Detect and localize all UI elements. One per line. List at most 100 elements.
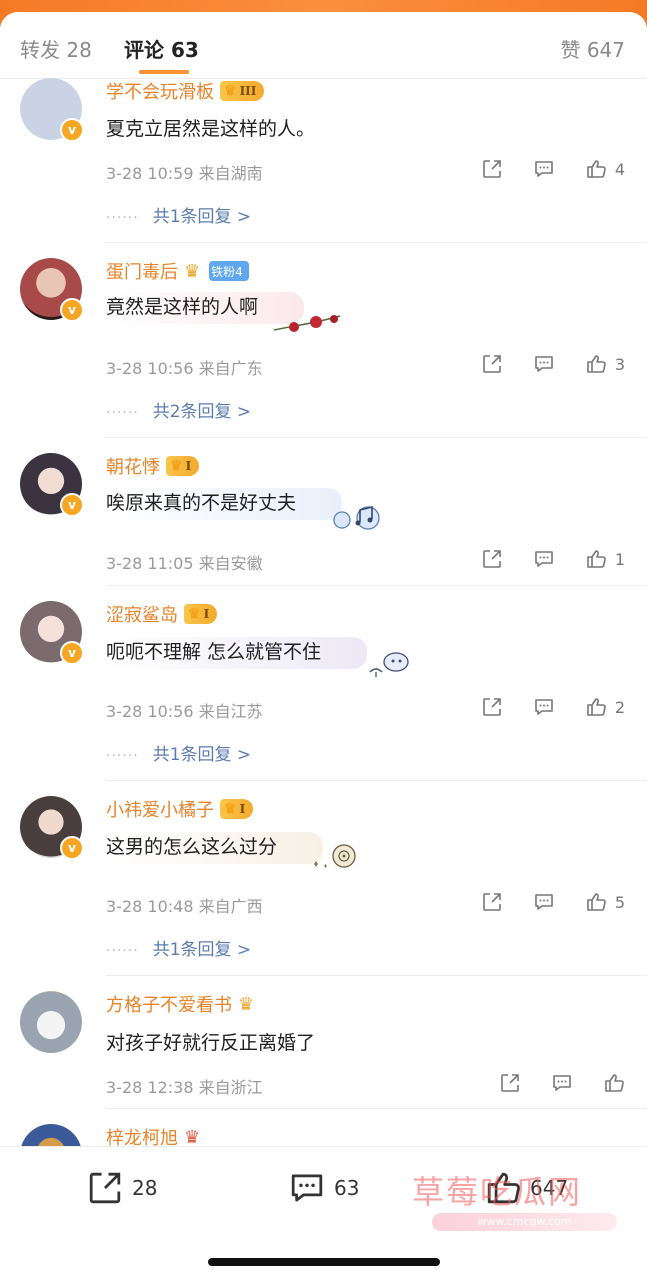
like-button[interactable]: 4 bbox=[585, 158, 625, 180]
share-button[interactable] bbox=[481, 548, 503, 570]
comment-meta: 3-28 10:56 来自广东 bbox=[106, 359, 263, 378]
share-button[interactable] bbox=[481, 353, 503, 375]
comment-header: 涩寂鲨岛 ♛ I bbox=[106, 601, 218, 627]
member-level-badge: ♛ I bbox=[166, 456, 200, 476]
tab-likes[interactable]: 赞 647 bbox=[560, 34, 625, 63]
comment-divider bbox=[106, 780, 647, 781]
tab-reposts[interactable]: 转发 28 bbox=[20, 34, 92, 63]
share-icon bbox=[483, 355, 501, 373]
compass-decoration-icon bbox=[314, 844, 356, 868]
comment-header: 朝花悸 ♛ I bbox=[106, 453, 200, 479]
active-tab-indicator bbox=[139, 70, 189, 74]
comment-actions: 3 bbox=[451, 353, 625, 375]
comment-meta: 3-28 11:05 来自安徽 bbox=[106, 554, 263, 573]
comment-meta: 3-28 10:48 来自广西 bbox=[106, 897, 263, 916]
like-button[interactable] bbox=[603, 1072, 625, 1094]
share-button[interactable] bbox=[481, 158, 503, 180]
username[interactable]: 蛋门毒后 bbox=[106, 258, 178, 284]
crown-icon: ♛ bbox=[184, 260, 201, 282]
site-watermark-url: www.cmcgw.com bbox=[432, 1213, 617, 1231]
comment-tabs: 转发 28 评论 63 赞 647 bbox=[0, 12, 647, 79]
share-button[interactable] bbox=[481, 891, 503, 913]
comment-icon bbox=[535, 551, 553, 567]
comment-bubble: 唉原来真的不是好丈夫 bbox=[106, 488, 343, 520]
comment-icon bbox=[553, 1075, 571, 1091]
crown-icon: ♛ bbox=[184, 1126, 201, 1148]
reply-button[interactable] bbox=[533, 353, 555, 375]
comment-header: 小祎爱小橘子 ♛ I bbox=[106, 796, 254, 822]
comment-text: 对孩子好就行反正离婚了 bbox=[106, 1032, 316, 1054]
avatar[interactable]: v bbox=[20, 258, 84, 322]
view-replies-link[interactable]: ······ 共2条回复 > bbox=[106, 397, 251, 422]
avatar[interactable] bbox=[20, 991, 82, 1053]
avatar[interactable]: v bbox=[20, 453, 84, 517]
cartoon-decoration-icon bbox=[369, 652, 409, 677]
like-count: 2 bbox=[614, 697, 625, 717]
comment-icon bbox=[535, 894, 553, 910]
reply-button[interactable] bbox=[533, 891, 555, 913]
thumbs-up-icon bbox=[587, 160, 606, 178]
avatar-image bbox=[20, 991, 82, 1053]
thumbs-up-icon bbox=[587, 550, 606, 568]
share-icon bbox=[483, 893, 501, 911]
verified-badge-icon: v bbox=[60, 641, 84, 665]
member-level-badge: ♛ I bbox=[220, 799, 254, 819]
crown-icon: ♛ bbox=[170, 458, 183, 474]
crown-icon: ♛ bbox=[238, 993, 255, 1015]
username[interactable]: 涩寂鲨岛 bbox=[106, 601, 178, 627]
share-button[interactable] bbox=[499, 1072, 521, 1094]
avatar[interactable]: v bbox=[20, 78, 84, 142]
reply-button[interactable] bbox=[533, 548, 555, 570]
repost-button[interactable]: 28 bbox=[86, 1169, 157, 1207]
comment-actions: 4 bbox=[451, 158, 625, 180]
comment-header: 蛋门毒后 ♛ 铁粉4 bbox=[106, 258, 249, 284]
crown-icon: ♛ bbox=[188, 606, 201, 622]
like-button[interactable]: 5 bbox=[585, 891, 625, 913]
like-button[interactable]: 3 bbox=[585, 353, 625, 375]
comment-icon bbox=[535, 356, 553, 372]
username[interactable]: 方格子不爱看书 bbox=[106, 991, 232, 1017]
view-replies-link[interactable]: ······ 共1条回复 > bbox=[106, 740, 251, 765]
crown-icon: ♛ bbox=[224, 83, 237, 99]
reply-button[interactable] bbox=[551, 1072, 573, 1094]
username[interactable]: 小祎爱小橘子 bbox=[106, 796, 214, 822]
username[interactable]: 朝花悸 bbox=[106, 453, 160, 479]
comment-meta: 3-28 10:56 来自江苏 bbox=[106, 702, 263, 721]
like-button[interactable]: 2 bbox=[585, 696, 625, 718]
share-button[interactable] bbox=[481, 696, 503, 718]
like-count: 4 bbox=[614, 159, 625, 179]
share-icon bbox=[483, 550, 501, 568]
crown-icon: ♛ bbox=[224, 801, 237, 817]
rose-decoration-icon bbox=[273, 315, 341, 332]
avatar[interactable]: v bbox=[20, 796, 84, 860]
repost-count: 28 bbox=[132, 1176, 158, 1200]
view-replies-link[interactable]: ······ 共1条回复 > bbox=[106, 935, 251, 960]
comment-actions: 5 bbox=[451, 891, 625, 913]
comment-icon bbox=[535, 161, 553, 177]
thumbs-up-icon bbox=[587, 698, 606, 716]
site-watermark: 草莓吃瓜网 bbox=[412, 1173, 583, 1211]
music-note-decoration-icon bbox=[333, 505, 380, 530]
share-icon bbox=[483, 160, 501, 178]
avatar[interactable]: v bbox=[20, 601, 84, 665]
comment-bubble: 呃呃不理解 怎么就管不住 bbox=[106, 637, 368, 669]
username[interactable]: 学不会玩滑板 bbox=[106, 78, 214, 104]
like-count: 1 bbox=[614, 549, 625, 569]
comment-divider bbox=[106, 242, 647, 243]
tab-comments[interactable]: 评论 63 bbox=[124, 34, 199, 63]
like-count: 5 bbox=[614, 892, 625, 912]
like-button[interactable]: 1 bbox=[585, 548, 625, 570]
comment-divider bbox=[106, 1108, 647, 1109]
member-level-badge: ♛ I bbox=[184, 604, 218, 624]
thumbs-up-icon bbox=[587, 893, 606, 911]
share-icon bbox=[483, 698, 501, 716]
comment-meta: 3-28 10:59 来自湖南 bbox=[106, 164, 263, 183]
comment-button[interactable]: 63 bbox=[288, 1169, 359, 1207]
comment-actions: 2 bbox=[451, 696, 625, 718]
reply-button[interactable] bbox=[533, 696, 555, 718]
view-replies-link[interactable]: ······ 共1条回复 > bbox=[106, 202, 251, 227]
comment-count: 63 bbox=[334, 1176, 360, 1200]
comment-text: 唉原来真的不是好丈夫 bbox=[106, 488, 343, 520]
reply-button[interactable] bbox=[533, 158, 555, 180]
verified-badge-icon: v bbox=[60, 118, 84, 142]
